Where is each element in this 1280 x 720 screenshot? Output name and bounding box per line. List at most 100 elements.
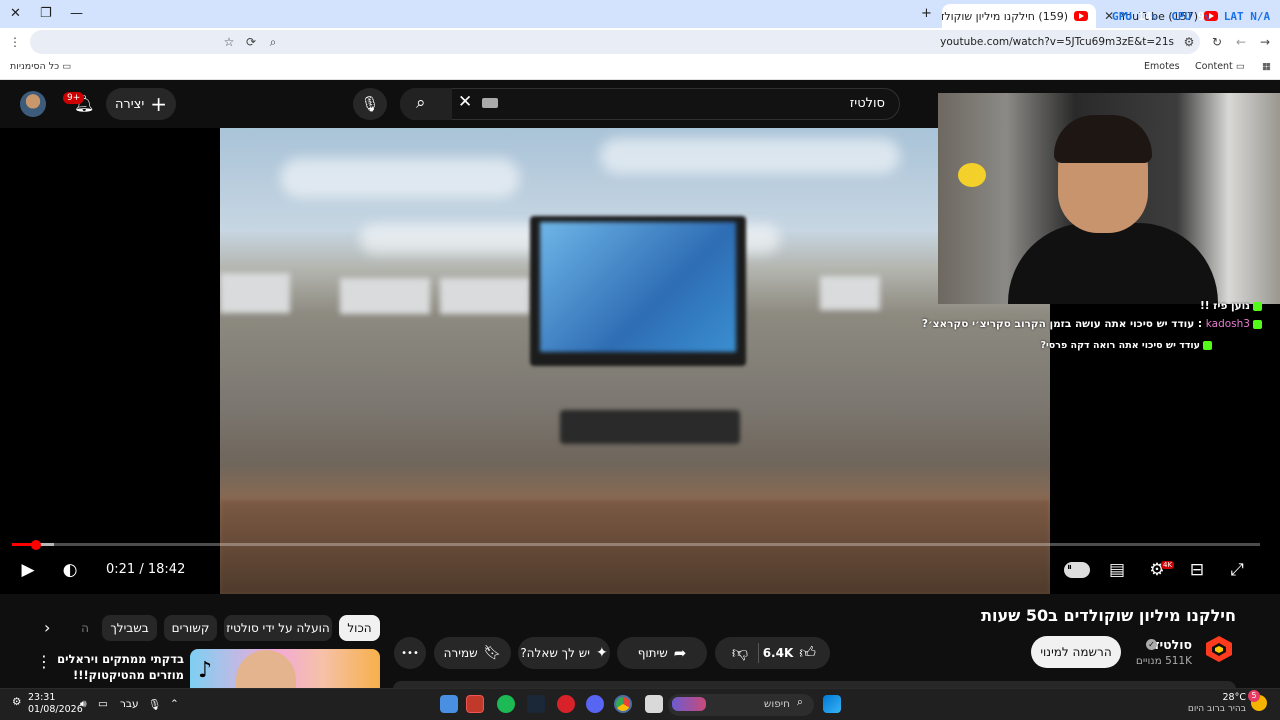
like-divider bbox=[758, 643, 759, 663]
apps-grid-icon[interactable]: ▦ bbox=[1262, 61, 1271, 72]
like-button[interactable]: 👍︎ 6.4K bbox=[757, 643, 822, 663]
search-input[interactable] bbox=[400, 88, 900, 120]
zoom-icon[interactable]: ⌕ bbox=[266, 35, 280, 49]
tab-active[interactable]: (159) חילקנו מיליון שוקולדים ב50 שעות - … bbox=[942, 4, 1096, 28]
all-bookmarks-link[interactable]: כל הסימניות ▭ bbox=[10, 61, 71, 72]
network-tray-icon[interactable]: ▭ bbox=[98, 698, 108, 710]
hud-gpu-label: GPU bbox=[1112, 10, 1132, 23]
browser-menu-icon[interactable]: ⋮ bbox=[8, 35, 22, 49]
system-icon[interactable]: ⚙ bbox=[12, 696, 21, 708]
discord-app-icon[interactable] bbox=[586, 695, 604, 713]
volume-tray-icon[interactable]: 🔊︎ bbox=[80, 698, 87, 711]
back-icon[interactable]: → bbox=[1258, 35, 1272, 49]
bookmark-icon: 🔖︎ bbox=[483, 645, 502, 661]
search-highlight-icon bbox=[672, 697, 706, 711]
hud-lat-label: LAT bbox=[1223, 10, 1244, 23]
save-button[interactable]: 🔖︎ שמירה bbox=[434, 637, 511, 669]
folder-icon: ▭ bbox=[62, 61, 72, 72]
chip-related[interactable]: קשורים bbox=[164, 615, 217, 641]
recommendation-menu-icon[interactable]: ⋮ bbox=[36, 652, 52, 671]
youtube-favicon-icon bbox=[1074, 11, 1088, 21]
language-indicator[interactable]: עבר bbox=[120, 698, 139, 710]
window-maximize-button[interactable]: ❐ bbox=[40, 6, 52, 21]
keyboard-icon[interactable] bbox=[482, 98, 498, 108]
subscribe-button[interactable]: הרשמה למינוי bbox=[1031, 636, 1121, 668]
weather-description[interactable]: בהיר ברוב היום bbox=[1188, 704, 1246, 714]
chat-message: עודד יש סיכוי אתה רואה דקה פרסי? bbox=[1040, 340, 1201, 351]
more-actions-button[interactable]: ••• bbox=[394, 637, 426, 669]
bookmark-star-icon[interactable]: ☆ bbox=[222, 35, 236, 49]
recommendation-title[interactable]: בדקתי ממתקים ויראלים מוזרים מהטיקטוק!!! bbox=[44, 651, 184, 683]
volume-icon[interactable]: ◐ bbox=[58, 558, 82, 582]
search-query[interactable]: סולטיז bbox=[850, 96, 885, 111]
theater-mode-icon[interactable]: ⊟ bbox=[1184, 558, 1210, 582]
autoplay-toggle[interactable] bbox=[1064, 562, 1090, 578]
telegram-app-icon[interactable] bbox=[466, 695, 484, 713]
channel-name[interactable]: סולטיז bbox=[1154, 637, 1192, 652]
new-tab-button[interactable]: + bbox=[921, 6, 932, 21]
search-button[interactable] bbox=[400, 88, 452, 120]
url-text[interactable]: youtube.com/watch?v=5JTcu69m3zE&t=21s bbox=[940, 36, 1174, 48]
subtitles-icon[interactable]: ▤ bbox=[1104, 558, 1130, 582]
ask-button[interactable]: ✦ יש לך שאלה? bbox=[518, 637, 610, 669]
chevron-right-icon[interactable]: › bbox=[44, 618, 50, 637]
chrome-app-icon[interactable] bbox=[614, 695, 632, 713]
kick-icon bbox=[1253, 301, 1262, 311]
verified-check-icon: ✓ bbox=[1146, 639, 1157, 650]
like-count: 6.4K bbox=[762, 646, 794, 660]
hud-gpu-unit: % bbox=[1151, 13, 1157, 22]
channel-logo-icon[interactable] bbox=[1204, 634, 1234, 664]
create-label: יצירה bbox=[114, 96, 145, 112]
forward-icon[interactable]: ← bbox=[1234, 35, 1248, 49]
chat-message: עודד יש סיכוי אתה עושה בזמן הקרוב סקריצ׳… bbox=[921, 318, 1195, 330]
emotes-bookmark[interactable]: Emotes bbox=[1144, 61, 1180, 72]
hud-cpu-unit: % bbox=[1204, 13, 1210, 22]
search-icon[interactable]: ⌕ bbox=[797, 696, 803, 709]
reload-icon[interactable]: ↻ bbox=[1210, 35, 1224, 49]
weather-temperature[interactable]: 28°C bbox=[1223, 692, 1246, 703]
content-bookmark[interactable]: Content ▭ bbox=[1195, 61, 1245, 72]
voice-search-icon[interactable]: 🎙︎ bbox=[353, 88, 387, 120]
fullscreen-icon[interactable]: ⤢ bbox=[1224, 558, 1250, 582]
thumbs-down-icon[interactable]: 👎︎ bbox=[728, 641, 752, 665]
share-icon: ➦ bbox=[673, 644, 687, 662]
spotify-app-icon[interactable] bbox=[497, 695, 515, 713]
thumbs-up-icon: 👍︎ bbox=[799, 643, 816, 662]
clock-time[interactable]: 23:31 bbox=[28, 692, 55, 703]
share-button[interactable]: ➦ שיתוף bbox=[617, 637, 707, 669]
clock-date[interactable]: 01/08/2026 bbox=[28, 704, 83, 715]
file-explorer-icon[interactable] bbox=[645, 695, 663, 713]
current-time: 0:21 bbox=[106, 562, 136, 577]
chip-for-you[interactable]: בשבילך bbox=[102, 615, 157, 641]
start-button-icon[interactable] bbox=[823, 695, 841, 713]
search-icon[interactable]: ⌕ bbox=[416, 93, 426, 113]
avatar[interactable] bbox=[20, 91, 46, 117]
emotes-label: Emotes bbox=[1144, 61, 1180, 72]
create-button[interactable]: + יצירה bbox=[106, 88, 176, 120]
window-close-button[interactable]: ✕ bbox=[10, 6, 21, 21]
weather-badge: 5 bbox=[1248, 690, 1260, 702]
progress-scrubber[interactable] bbox=[31, 540, 41, 550]
more-label: ••• bbox=[401, 647, 419, 659]
play-button[interactable]: ▶ bbox=[16, 558, 40, 582]
window-minimize-button[interactable]: — bbox=[70, 6, 83, 21]
mic-tray-icon[interactable]: 🎙︎ bbox=[148, 698, 161, 711]
progress-bar[interactable] bbox=[12, 543, 1260, 546]
chip-all[interactable]: הכול bbox=[339, 615, 380, 641]
steam-app-icon[interactable] bbox=[527, 695, 545, 713]
clear-search-icon[interactable]: ✕ bbox=[458, 92, 472, 112]
chip-uploaded-by[interactable]: הועלה על ידי סולטיז bbox=[224, 615, 332, 641]
chip-partial[interactable]: ה bbox=[72, 615, 98, 641]
apps-launcher-icon[interactable] bbox=[440, 695, 458, 713]
install-app-icon[interactable]: ⟳ bbox=[244, 35, 258, 49]
duration: 18:42 bbox=[147, 562, 186, 577]
quality-badge: 4K bbox=[1161, 561, 1175, 569]
site-settings-icon[interactable]: ⚙ bbox=[1182, 35, 1196, 49]
taskbar-search-label[interactable]: חיפוש bbox=[764, 698, 790, 710]
kick-icon bbox=[1203, 341, 1212, 350]
video-title: חילקנו מיליון שוקולדים ב50 שעות bbox=[981, 606, 1236, 625]
time-separator: / bbox=[139, 562, 144, 577]
sparkle-icon: ✦ bbox=[595, 645, 608, 661]
tray-overflow-icon[interactable]: ⌃ bbox=[170, 698, 179, 710]
app-icon-red[interactable] bbox=[557, 695, 575, 713]
